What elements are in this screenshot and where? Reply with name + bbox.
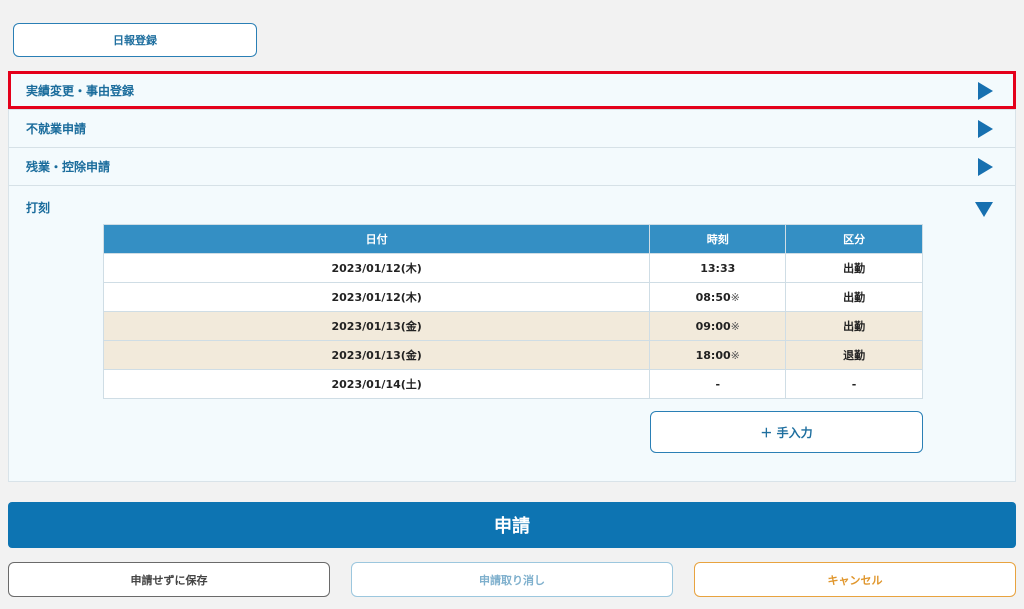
cell-date: 2023/01/12(木): [102, 253, 651, 283]
triangle-right-icon: [978, 119, 993, 138]
table-row: 2023/01/13(金) 09:00※ 出勤: [102, 311, 923, 341]
cell-time: -: [649, 369, 787, 399]
cell-type: -: [785, 369, 923, 399]
column-header-type: 区分: [785, 224, 923, 254]
cell-type: 出勤: [785, 311, 923, 341]
cell-time: 08:50※: [649, 282, 787, 312]
cell-date: 2023/01/13(金): [102, 340, 651, 370]
accordion-results-change-label: 実績変更・事由登録: [26, 84, 135, 98]
withdraw-request-button[interactable]: 申請取り消し: [351, 562, 673, 597]
cancel-button[interactable]: キャンセル: [694, 562, 1016, 597]
cell-type: 出勤: [785, 253, 923, 283]
accordion-stamp[interactable]: 打刻: [9, 185, 1015, 225]
triangle-down-icon: [975, 202, 993, 217]
cell-time: 13:33: [649, 253, 787, 283]
triangle-right-icon: [978, 81, 993, 100]
cell-time: 18:00※: [649, 340, 787, 370]
time-value: -: [715, 377, 721, 391]
triangle-right-icon: [978, 157, 993, 176]
cell-type: 出勤: [785, 282, 923, 312]
table-row: 2023/01/13(金) 18:00※ 退勤: [102, 340, 923, 370]
cell-time: 09:00※: [649, 311, 787, 341]
accordion-results-change[interactable]: 実績変更・事由登録: [9, 72, 1015, 110]
column-header-date: 日付: [102, 224, 651, 254]
cell-date: 2023/01/12(木): [102, 282, 651, 312]
cell-date: 2023/01/13(金): [102, 311, 651, 341]
cell-type: 退勤: [785, 340, 923, 370]
table-row: 2023/01/12(木) 08:50※ 出勤: [102, 282, 923, 312]
time-value: 09:00: [695, 319, 731, 333]
note-mark: ※: [730, 290, 740, 304]
accordion-overtime-request[interactable]: 残業・控除申請: [9, 148, 1015, 186]
time-value: 13:33: [700, 261, 736, 275]
note-mark: ※: [730, 319, 740, 333]
accordion-absence-request-label: 不就業申請: [26, 122, 87, 136]
stamp-table: 日付 時刻 区分 2023/01/12(木) 13:33 出勤 2023/01/…: [102, 224, 923, 399]
submit-button[interactable]: 申請: [8, 502, 1016, 548]
accordion-absence-request[interactable]: 不就業申請: [9, 110, 1015, 148]
table-row: 2023/01/14(土) - -: [102, 369, 923, 399]
save-without-submit-button[interactable]: 申請せずに保存: [8, 562, 330, 597]
time-value: 18:00: [695, 348, 731, 362]
application-panel: 実績変更・事由登録 不就業申請 残業・控除申請 打刻 日付 時刻 区分 2023…: [8, 71, 1016, 482]
table-row: 2023/01/12(木) 13:33 出勤: [102, 253, 923, 283]
manual-input-button[interactable]: ＋ 手入力: [650, 411, 923, 453]
daily-report-button[interactable]: 日報登録: [13, 23, 257, 57]
accordion-stamp-label: 打刻: [26, 201, 51, 215]
column-header-time: 時刻: [649, 224, 787, 254]
time-value: 08:50: [695, 290, 731, 304]
accordion-overtime-request-label: 残業・控除申請: [26, 160, 111, 174]
note-mark: ※: [730, 348, 740, 362]
cell-date: 2023/01/14(土): [102, 369, 651, 399]
